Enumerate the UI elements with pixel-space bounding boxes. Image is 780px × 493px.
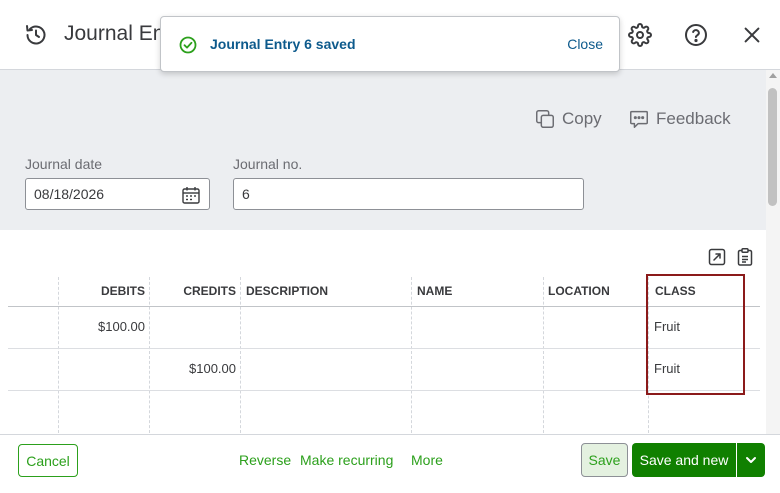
- gear-icon: [628, 23, 652, 47]
- close-button[interactable]: [739, 22, 765, 48]
- column-divider: [411, 277, 412, 433]
- col-header-description: DESCRIPTION: [246, 284, 329, 298]
- success-toast: Journal Entry 6 saved Close: [160, 16, 620, 72]
- save-options-dropdown[interactable]: [737, 443, 765, 477]
- make-recurring-link[interactable]: Make recurring: [300, 452, 393, 468]
- column-divider: [648, 277, 649, 433]
- header-divider: [8, 306, 760, 307]
- copy-label: Copy: [562, 109, 602, 128]
- journal-date-label: Journal date: [25, 156, 103, 172]
- save-and-new-button[interactable]: Save and new: [632, 443, 736, 477]
- column-divider: [543, 277, 544, 433]
- more-link[interactable]: More: [411, 452, 443, 468]
- clipboard-icon[interactable]: [735, 247, 755, 267]
- help-button[interactable]: [683, 22, 709, 48]
- row-divider: [8, 390, 760, 391]
- entry-header-section: Copy Feedback Journal date 08/18/2026 Jo…: [0, 70, 766, 230]
- history-icon[interactable]: [24, 23, 48, 47]
- calendar-icon[interactable]: [181, 185, 201, 205]
- check-circle-icon: [179, 36, 197, 54]
- journal-lines-table: DEBITS CREDITS DESCRIPTION NAME LOCATION…: [8, 277, 760, 433]
- column-divider: [149, 277, 150, 433]
- chevron-down-icon: [746, 457, 756, 463]
- feedback-button[interactable]: Feedback: [628, 108, 731, 130]
- column-divider: [240, 277, 241, 433]
- cell-credits[interactable]: $100.00: [153, 361, 236, 376]
- scrollbar[interactable]: [766, 70, 780, 434]
- feedback-icon: [630, 110, 648, 128]
- journal-no-label: Journal no.: [233, 156, 303, 172]
- toast-message: Journal Entry 6 saved: [210, 36, 356, 52]
- cell-debits[interactable]: $100.00: [62, 319, 145, 334]
- col-header-debits: DEBITS: [100, 284, 145, 298]
- close-icon: [744, 27, 760, 43]
- journal-date-field[interactable]: 08/18/2026: [25, 178, 210, 210]
- cancel-button[interactable]: Cancel: [18, 444, 78, 477]
- modal-footer: Cancel Reverse Make recurring More Save …: [0, 434, 780, 493]
- column-divider: [58, 277, 59, 433]
- col-header-name: NAME: [417, 284, 453, 298]
- journal-no-field[interactable]: 6: [233, 178, 584, 210]
- journal-date-value: 08/18/2026: [34, 186, 105, 202]
- toast-close-link[interactable]: Close: [567, 36, 603, 52]
- scroll-up-arrow[interactable]: [769, 73, 777, 78]
- feedback-label: Feedback: [656, 109, 731, 128]
- cell-class[interactable]: Fruit: [654, 361, 680, 376]
- copy-button[interactable]: Copy: [534, 108, 602, 130]
- export-icon[interactable]: [707, 247, 727, 267]
- help-icon: [685, 24, 707, 46]
- row-divider: [8, 348, 760, 349]
- cell-class[interactable]: Fruit: [654, 319, 680, 334]
- col-header-location: LOCATION: [548, 284, 610, 298]
- settings-button[interactable]: [627, 22, 653, 48]
- reverse-link[interactable]: Reverse: [239, 452, 291, 468]
- save-button[interactable]: Save: [581, 443, 628, 477]
- col-header-class: CLASS: [655, 284, 696, 298]
- journal-no-value: 6: [242, 186, 250, 202]
- col-header-credits: CREDITS: [183, 284, 236, 298]
- copy-icon: [536, 110, 554, 128]
- scroll-thumb[interactable]: [768, 88, 777, 206]
